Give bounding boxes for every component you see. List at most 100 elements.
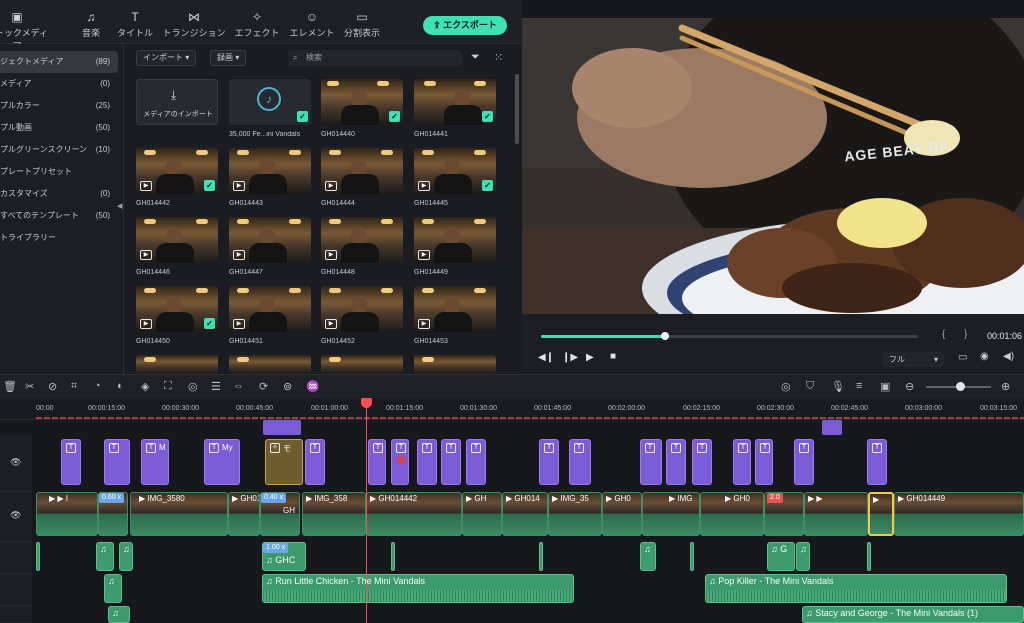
timeline-marker[interactable] bbox=[263, 420, 301, 435]
scrollbar[interactable] bbox=[515, 74, 519, 144]
disable-icon[interactable]: ⊘ bbox=[48, 380, 57, 393]
audio-clip[interactable] bbox=[539, 542, 543, 571]
title-clip[interactable]: T bbox=[539, 439, 559, 485]
media-thumbnail[interactable] bbox=[136, 355, 218, 374]
video-clip[interactable]: ▶ GH014442 bbox=[366, 492, 462, 536]
title-clip[interactable]: T bbox=[733, 439, 751, 485]
playback-scrubber-handle[interactable] bbox=[661, 332, 670, 340]
video-clip[interactable]: ▶ GH bbox=[462, 492, 502, 536]
sidebar-item-customize[interactable]: カスタマイズ (0) bbox=[0, 183, 118, 205]
video-clip[interactable]: ▶ GH0 bbox=[700, 492, 764, 536]
tab-transitions[interactable]: ⋈ トランジション bbox=[159, 10, 229, 39]
media-thumbnail[interactable] bbox=[321, 355, 403, 374]
media-thumbnail[interactable]: ✓ bbox=[321, 79, 403, 125]
video-clip[interactable]: ▶ GH014 bbox=[502, 492, 548, 536]
video-clip[interactable]: ▶ IMG_35 bbox=[548, 492, 602, 536]
audio-clip[interactable]: ♫ bbox=[96, 542, 114, 571]
video-clip-selected[interactable]: ▶ bbox=[868, 492, 894, 536]
music-clip[interactable]: ♫ Pop Killer - The Mini Vandals bbox=[705, 574, 1007, 603]
motion-track-icon[interactable]: ⊚ bbox=[283, 380, 292, 393]
resize-icon[interactable]: ⇔ bbox=[233, 380, 244, 392]
title-clip[interactable]: TM bbox=[141, 439, 169, 485]
volume-icon[interactable]: ◀) bbox=[1003, 351, 1014, 362]
title-clip[interactable]: T bbox=[391, 439, 409, 485]
title-clip[interactable]: T bbox=[640, 439, 662, 485]
video-clip[interactable]: 0.40 x GH bbox=[260, 492, 300, 536]
title-clip[interactable]: T bbox=[61, 439, 81, 485]
title-clip[interactable]: T bbox=[569, 439, 591, 485]
search-input[interactable]: ⌕ 検索 bbox=[288, 50, 462, 66]
eye-icon[interactable]: 👁 bbox=[10, 510, 21, 521]
playhead[interactable] bbox=[366, 398, 367, 623]
video-preview[interactable]: AGE BEAT BA bbox=[522, 18, 1024, 314]
title-clip[interactable]: T bbox=[692, 439, 712, 485]
title-clip[interactable]: T My bbox=[204, 439, 240, 485]
mark-in-icon[interactable]: { bbox=[942, 329, 945, 340]
export-button[interactable]: ⇪ エクスポート bbox=[423, 16, 507, 35]
title-clip[interactable]: T bbox=[666, 439, 686, 485]
sidebar-item-media[interactable]: メディア (0) bbox=[0, 73, 118, 95]
title-clip[interactable]: T bbox=[794, 439, 814, 485]
tab-split-screen[interactable]: ▭ 分割表示 bbox=[327, 10, 397, 39]
speed-icon[interactable]: ◔ bbox=[94, 380, 101, 392]
video-clip[interactable]: ▶ GH014449 bbox=[894, 492, 1024, 536]
captions-icon[interactable]: ▣ bbox=[880, 380, 890, 393]
sidebar-item-all-templates[interactable]: すべてのテンプレート (50) bbox=[0, 205, 118, 227]
mark-out-icon[interactable]: } bbox=[964, 329, 967, 340]
title-clip[interactable]: T bbox=[466, 439, 486, 485]
media-thumbnail[interactable]: ▶ bbox=[414, 286, 496, 332]
audio-wave-icon[interactable]: ♒ bbox=[306, 380, 320, 393]
media-thumbnail[interactable]: ♪ ✓ bbox=[229, 79, 311, 125]
media-thumbnail[interactable] bbox=[229, 355, 311, 374]
media-thumbnail[interactable]: ▶ ✓ bbox=[136, 148, 218, 194]
video-clip[interactable]: ▶ IMG bbox=[642, 492, 700, 536]
play-icon[interactable]: ▶ bbox=[586, 352, 594, 363]
sidebar-item-sample-colors[interactable]: プルカラー (25) bbox=[0, 95, 118, 117]
collapse-sidebar-icon[interactable]: ◀ bbox=[117, 202, 122, 210]
music-clip[interactable]: ♫ Run Little Chicken - The Mini Vandals bbox=[262, 574, 574, 603]
video-clip[interactable]: ▶ ▶ I bbox=[36, 492, 98, 536]
step-forward-icon[interactable]: ❙▶ bbox=[562, 352, 578, 363]
title-clip[interactable]: T bbox=[104, 439, 130, 485]
mask-icon[interactable]: ◎ bbox=[188, 380, 198, 393]
media-thumbnail[interactable]: ▶ bbox=[229, 286, 311, 332]
audio-clip[interactable] bbox=[36, 542, 40, 571]
audio-clip[interactable]: ♫ bbox=[640, 542, 656, 571]
title-clip[interactable]: T bbox=[867, 439, 887, 485]
display-icon[interactable]: ▭ bbox=[958, 352, 967, 363]
video-clip[interactable]: ▶ GH014 bbox=[228, 492, 260, 536]
cut-icon[interactable]: ✂ bbox=[25, 380, 34, 393]
media-thumbnail[interactable]: ▶ bbox=[321, 217, 403, 263]
import-dropdown[interactable]: インポート ▾ bbox=[136, 50, 197, 66]
audio-clip[interactable]: ♫ bbox=[104, 574, 122, 603]
playback-progress-track[interactable] bbox=[541, 335, 918, 338]
title-clip[interactable]: T bbox=[441, 439, 461, 485]
snapshot-icon[interactable]: ◉ bbox=[980, 351, 989, 362]
fit-icon[interactable]: ⛶ bbox=[164, 380, 172, 393]
media-thumbnail[interactable] bbox=[414, 355, 496, 374]
title-clip[interactable]: T bbox=[755, 439, 773, 485]
effect-clip[interactable]: ✧ モ bbox=[265, 439, 303, 485]
title-clip[interactable]: T bbox=[305, 439, 325, 485]
audio-clip[interactable]: ♫ bbox=[108, 606, 130, 623]
video-clip[interactable]: ▶ ▶ bbox=[804, 492, 868, 536]
media-thumbnail[interactable]: ▶ ✓ bbox=[414, 148, 496, 194]
timeline-ruler[interactable]: 00:00 00:00:15:00 00:00:30:00 00:00:45:0… bbox=[0, 398, 1024, 420]
color-icon[interactable]: ◐ bbox=[117, 380, 124, 392]
audio-clip[interactable]: ♫ bbox=[119, 542, 133, 571]
audio-clip[interactable]: 1.00 x ♫ GHC bbox=[262, 542, 306, 571]
sidebar-item-library[interactable]: トライブラリー bbox=[0, 227, 118, 249]
media-thumbnail[interactable]: ✓ bbox=[414, 79, 496, 125]
filter-icon[interactable]: ⏷ bbox=[471, 51, 480, 64]
audio-clip[interactable]: ♫ bbox=[796, 542, 810, 571]
media-thumbnail[interactable]: ▶ bbox=[321, 148, 403, 194]
title-clip[interactable]: T bbox=[417, 439, 437, 485]
media-thumbnail[interactable]: ▶ bbox=[136, 217, 218, 263]
delete-icon[interactable]: 🗑 bbox=[3, 380, 17, 393]
timeline-marker[interactable] bbox=[822, 420, 842, 435]
marker-icon[interactable]: ⛉ bbox=[806, 380, 814, 393]
audio-clip[interactable] bbox=[867, 542, 871, 571]
step-back-icon[interactable]: ◀❙ bbox=[538, 352, 554, 363]
music-clip[interactable]: ♫ Stacy and George - The Mini Vandals (1… bbox=[802, 606, 1024, 623]
media-thumbnail[interactable]: ▶ bbox=[321, 286, 403, 332]
